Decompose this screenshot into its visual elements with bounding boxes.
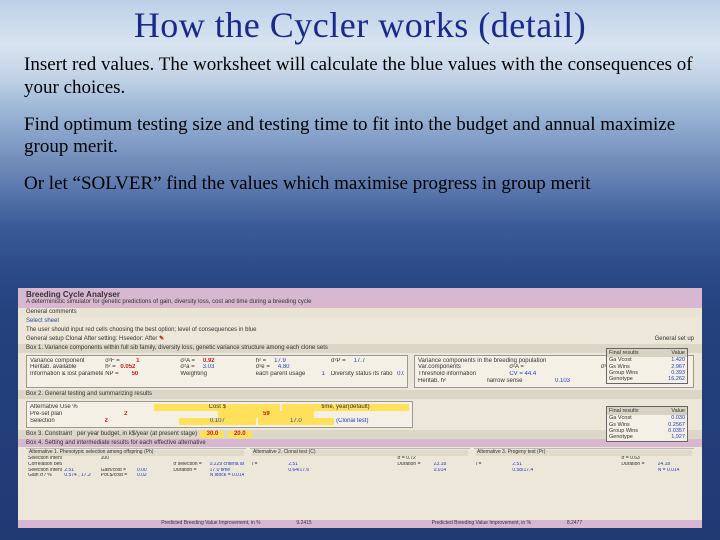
sheet-footer: Predicted Breeding Value Improvement, in… xyxy=(18,520,702,528)
box3-header: Box 3. Constraint per year budget, in k$… xyxy=(18,430,702,439)
b3-text: per year budget, in k$/year (at present … xyxy=(77,431,197,437)
var-l3: Heritab. h² xyxy=(418,378,485,385)
b2-l2: Pre-set plan xyxy=(30,411,122,418)
b2-cl: (Clonal test) xyxy=(336,418,409,425)
sheet-subtitle: A deterministic simulator for genetic pr… xyxy=(26,299,694,306)
instruction-row: The user should input red cells choosing… xyxy=(18,326,702,335)
fam-v3b: 50 xyxy=(120,371,138,378)
res2-hv: Value xyxy=(671,408,685,414)
fam-l3a: Information & lost parameters xyxy=(30,371,103,378)
fam-l1b: σ²F = xyxy=(105,358,120,364)
b2-c3: 0.107 xyxy=(179,418,256,425)
fam-l2c: σ²a = xyxy=(180,364,194,370)
sheet-header: Breeding Cycle Analyser A deterministic … xyxy=(18,288,702,308)
fam-l1d: h² = xyxy=(256,358,267,364)
general-comments-bar: General comments xyxy=(18,308,702,317)
b2-t1: time, year(default) xyxy=(282,404,408,411)
box2-header: Box 2. General testing and summarizing r… xyxy=(18,390,702,399)
fam-l3e: Diversity status its ratio xyxy=(331,371,393,377)
b3-v2: 20.0 xyxy=(228,431,252,438)
b2-t3: 17.0 xyxy=(258,418,335,425)
select-sheet-row: Select sheet xyxy=(18,317,702,326)
paragraph-3: Or let “SOLVER” find the values which ma… xyxy=(24,173,696,196)
fam-v2c: 3.03 xyxy=(196,364,214,371)
results-panel-2: Final resultsValue Ga Vcost0.030Gs Wins0… xyxy=(606,406,688,442)
slide: How the Cycler works (detail) Insert red… xyxy=(0,0,720,540)
fam-l3b: NP = xyxy=(105,371,118,377)
option-row: General setup Clonal After setting: Hsee… xyxy=(18,335,702,344)
box1-row: Variance component σ²F = 1 σ²A = 0.92 h²… xyxy=(18,353,702,391)
results-panel-1: Final resultsValue Ga Vcost1.420Gs Wins2… xyxy=(606,348,688,384)
fam-l2b: h² = xyxy=(105,364,116,370)
b3-v1: 30.0 xyxy=(200,431,224,438)
var-v2a: CV = 44.4 xyxy=(509,371,598,378)
fam-v3e: 0.057 xyxy=(394,371,404,378)
var-l2: Threshold information xyxy=(418,371,507,378)
fam-v1e: 17.7 xyxy=(347,358,365,365)
fam-l3c: Weighting xyxy=(180,371,253,378)
fam-v1d: 17.9 xyxy=(268,358,286,365)
fam-l1c: σ²A = xyxy=(180,358,195,364)
res2-hdr: Final results xyxy=(609,408,671,414)
fam-v1b: 1 xyxy=(121,358,139,365)
sheet-title: Breeding Cycle Analyser xyxy=(26,290,694,299)
worksheet-screenshot: Breeding Cycle Analyser A deterministic … xyxy=(18,288,702,528)
b2-c2: 59 xyxy=(218,411,314,418)
testing-panel: Alternative Use % Cost $ time, year(defa… xyxy=(26,401,413,428)
box3-hdr-text: Box 3. Constraint xyxy=(26,431,72,437)
fam-v1c: 0.92 xyxy=(197,358,215,365)
fam-l3d: each parent usage xyxy=(256,371,306,377)
general-setup-label: General set up xyxy=(655,336,694,343)
paragraph-2: Find optimum testing size and testing ti… xyxy=(24,114,696,160)
b2-l3: Selection xyxy=(30,418,103,425)
fam-l1a: Variance component xyxy=(30,358,103,365)
slide-body: Insert red values. The worksheet will ca… xyxy=(24,54,696,210)
b2-c1: Cost $ xyxy=(154,404,280,411)
fam-v2d: 4.80 xyxy=(272,364,290,371)
b2-l1: Alternative Use % xyxy=(30,404,152,411)
alternatives-strip: Alternative 1. Phenotypic selection amon… xyxy=(18,447,702,481)
box1-header: Box 1. Variance components within full s… xyxy=(18,344,702,353)
fam-l2a: Heritab. available xyxy=(30,364,103,371)
b2-v2a: 2 xyxy=(124,411,216,418)
slide-title: How the Cycler works (detail) xyxy=(0,4,720,46)
res1-hdr: Final results xyxy=(609,350,671,356)
family-panel: Variance component σ²F = 1 σ²A = 0.92 h²… xyxy=(26,355,408,389)
fam-l2d: σ²e = xyxy=(256,364,270,370)
fam-l1e: σ²P = xyxy=(331,358,346,364)
var-v3a: narrow sense xyxy=(487,378,554,385)
var-v1a: σ²A = xyxy=(509,364,598,371)
option-row-text: General setup Clonal After setting: Hsee… xyxy=(26,336,157,342)
box4-header: Box 4. Setting and intermediate results … xyxy=(18,439,702,448)
var-l1: Var.components xyxy=(418,364,507,371)
paragraph-1: Insert red values. The worksheet will ca… xyxy=(24,54,696,100)
after-red: ✎ xyxy=(159,336,164,342)
res1-hv: Value xyxy=(671,350,685,356)
box2-row: Alternative Use % Cost $ time, year(defa… xyxy=(18,399,702,430)
fam-v2b: 0.052 xyxy=(117,364,135,371)
fam-v3d: 1 xyxy=(307,371,325,378)
b2-v3a: 2 xyxy=(105,418,178,425)
